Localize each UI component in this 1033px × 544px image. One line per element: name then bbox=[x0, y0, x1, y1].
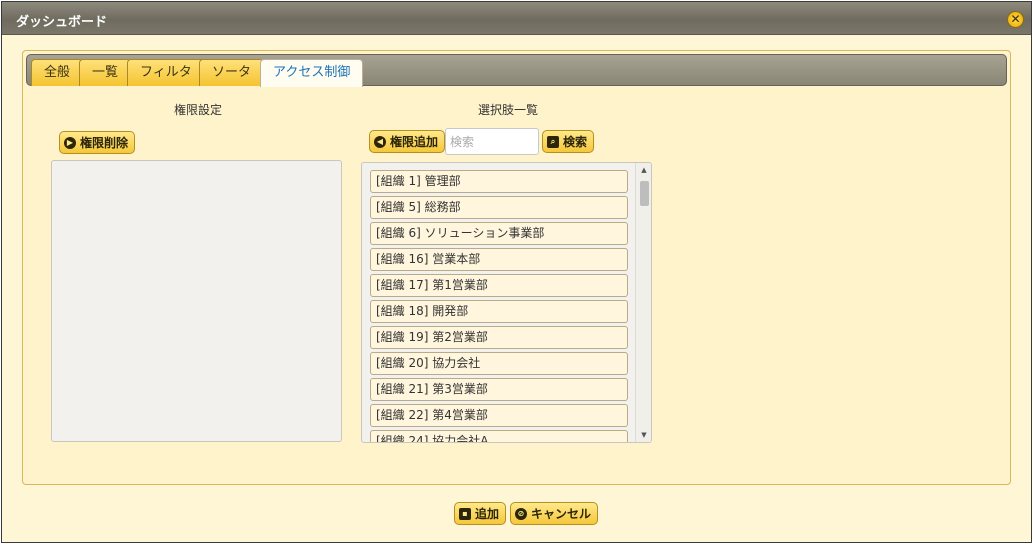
list-item[interactable]: [組織 16] 営業本部 bbox=[370, 248, 628, 271]
arrow-left-circle-icon: ◀ bbox=[374, 135, 386, 148]
list-item[interactable]: [組織 19] 第2営業部 bbox=[370, 326, 628, 349]
cancel-icon: ⊘ bbox=[515, 507, 527, 520]
tab-access-control[interactable]: アクセス制御 bbox=[260, 59, 364, 87]
add-button-label: 追加 bbox=[475, 507, 500, 521]
permissions-heading: 権限設定 bbox=[174, 103, 223, 117]
list-item[interactable]: [組織 22] 第4営業部 bbox=[370, 404, 628, 427]
tab-general[interactable]: 全般 bbox=[31, 59, 84, 86]
add-button[interactable]: ▪ 追加 bbox=[454, 502, 507, 525]
dialog-title: ダッシュボード bbox=[16, 15, 108, 30]
search-button[interactable]: ⌕ 検索 bbox=[542, 130, 595, 153]
search-input[interactable] bbox=[445, 128, 539, 155]
close-icon[interactable]: ✕ bbox=[1007, 11, 1024, 28]
tab-list[interactable]: 一覧 bbox=[79, 59, 132, 86]
choices-list[interactable]: [組織 1] 管理部 [組織 5] 総務部 [組織 6] ソリューション事業部 [組織… bbox=[361, 162, 652, 443]
remove-permission-label: 権限削除 bbox=[80, 136, 129, 150]
list-item[interactable]: [組織 5] 総務部 bbox=[370, 196, 628, 219]
tab-filter[interactable]: フィルタ bbox=[127, 59, 205, 86]
list-item[interactable]: [組織 1] 管理部 bbox=[370, 170, 628, 193]
choices-heading: 選択肢一覧 bbox=[478, 103, 539, 117]
add-permission-label: 権限追加 bbox=[390, 135, 439, 149]
scroll-thumb[interactable] bbox=[640, 181, 649, 206]
list-item[interactable]: [組織 24] 協力会社A bbox=[370, 430, 628, 442]
save-icon: ▪ bbox=[459, 507, 471, 520]
scroll-down-icon[interactable]: ▼ bbox=[636, 428, 651, 442]
dashboard-dialog: ダッシュボード ✕ 全般 一覧 フィルタ ソータ アクセス制御 権限設定 ▶ 権… bbox=[1, 1, 1032, 543]
cancel-button-label: キャンセル bbox=[531, 507, 592, 521]
choices-scrollbar[interactable]: ▲ ▼ bbox=[635, 163, 651, 442]
search-icon: ⌕ bbox=[547, 135, 559, 148]
add-permission-button[interactable]: ◀ 権限追加 bbox=[369, 130, 446, 153]
list-item[interactable]: [組織 20] 協力会社 bbox=[370, 352, 628, 375]
list-item[interactable]: [組織 6] ソリューション事業部 bbox=[370, 222, 628, 245]
search-button-label: 検索 bbox=[563, 135, 588, 149]
choices-list-items: [組織 1] 管理部 [組織 5] 総務部 [組織 6] ソリューション事業部 [組織… bbox=[370, 170, 628, 442]
list-item[interactable]: [組織 21] 第3営業部 bbox=[370, 378, 628, 401]
cancel-button[interactable]: ⊘ キャンセル bbox=[510, 502, 599, 525]
list-item[interactable]: [組織 18] 開発部 bbox=[370, 300, 628, 323]
scroll-up-icon[interactable]: ▲ bbox=[636, 163, 651, 177]
list-item[interactable]: [組織 17] 第1営業部 bbox=[370, 274, 628, 297]
arrow-right-circle-icon: ▶ bbox=[64, 136, 76, 149]
dialog-titlebar[interactable]: ダッシュボード ✕ bbox=[2, 2, 1031, 35]
permissions-list[interactable] bbox=[51, 160, 342, 442]
remove-permission-button[interactable]: ▶ 権限削除 bbox=[59, 131, 136, 154]
tab-sorter[interactable]: ソータ bbox=[199, 59, 265, 86]
tab-bar: 全般 一覧 フィルタ ソータ アクセス制御 bbox=[26, 54, 1007, 87]
